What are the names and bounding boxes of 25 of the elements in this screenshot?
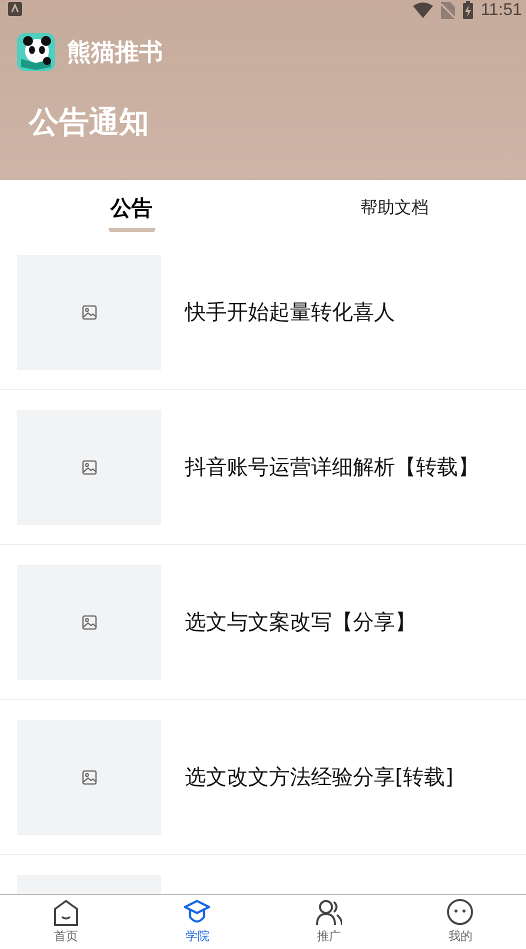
app-name: 熊猫推书 bbox=[67, 37, 163, 68]
article-title[interactable]: 抖音账号运营详细解析【转载】 bbox=[185, 453, 479, 481]
wifi-icon bbox=[412, 2, 433, 18]
image-icon bbox=[82, 304, 96, 320]
home-icon bbox=[52, 899, 79, 926]
image-icon bbox=[82, 614, 96, 630]
nav-tab[interactable]: 首页 bbox=[0, 895, 132, 949]
status-time: 11:51 bbox=[480, 0, 522, 20]
people-icon bbox=[316, 899, 342, 926]
battery-icon bbox=[462, 1, 473, 19]
image-icon bbox=[82, 460, 96, 474]
nav-tab[interactable]: 学院 bbox=[132, 895, 263, 949]
image-icon bbox=[82, 770, 96, 784]
article-title[interactable]: 选文改文方法经验分享[转载] bbox=[185, 763, 454, 791]
no-sim-icon bbox=[440, 2, 455, 18]
page-title: 公告通知 bbox=[29, 104, 149, 142]
tab[interactable]: 公告 bbox=[108, 184, 154, 232]
article-title[interactable]: 选文与文案改写【分享】 bbox=[185, 608, 416, 636]
keyboard-icon bbox=[8, 2, 22, 16]
nav-tab[interactable]: 推广 bbox=[263, 895, 394, 949]
face-icon bbox=[447, 899, 474, 926]
article-title[interactable]: 快手开始起量转化喜人 bbox=[185, 298, 395, 326]
nav-tab[interactable]: 我的 bbox=[394, 895, 526, 949]
tab[interactable]: 帮助文档 bbox=[358, 186, 430, 229]
panda-logo-icon bbox=[17, 33, 55, 71]
